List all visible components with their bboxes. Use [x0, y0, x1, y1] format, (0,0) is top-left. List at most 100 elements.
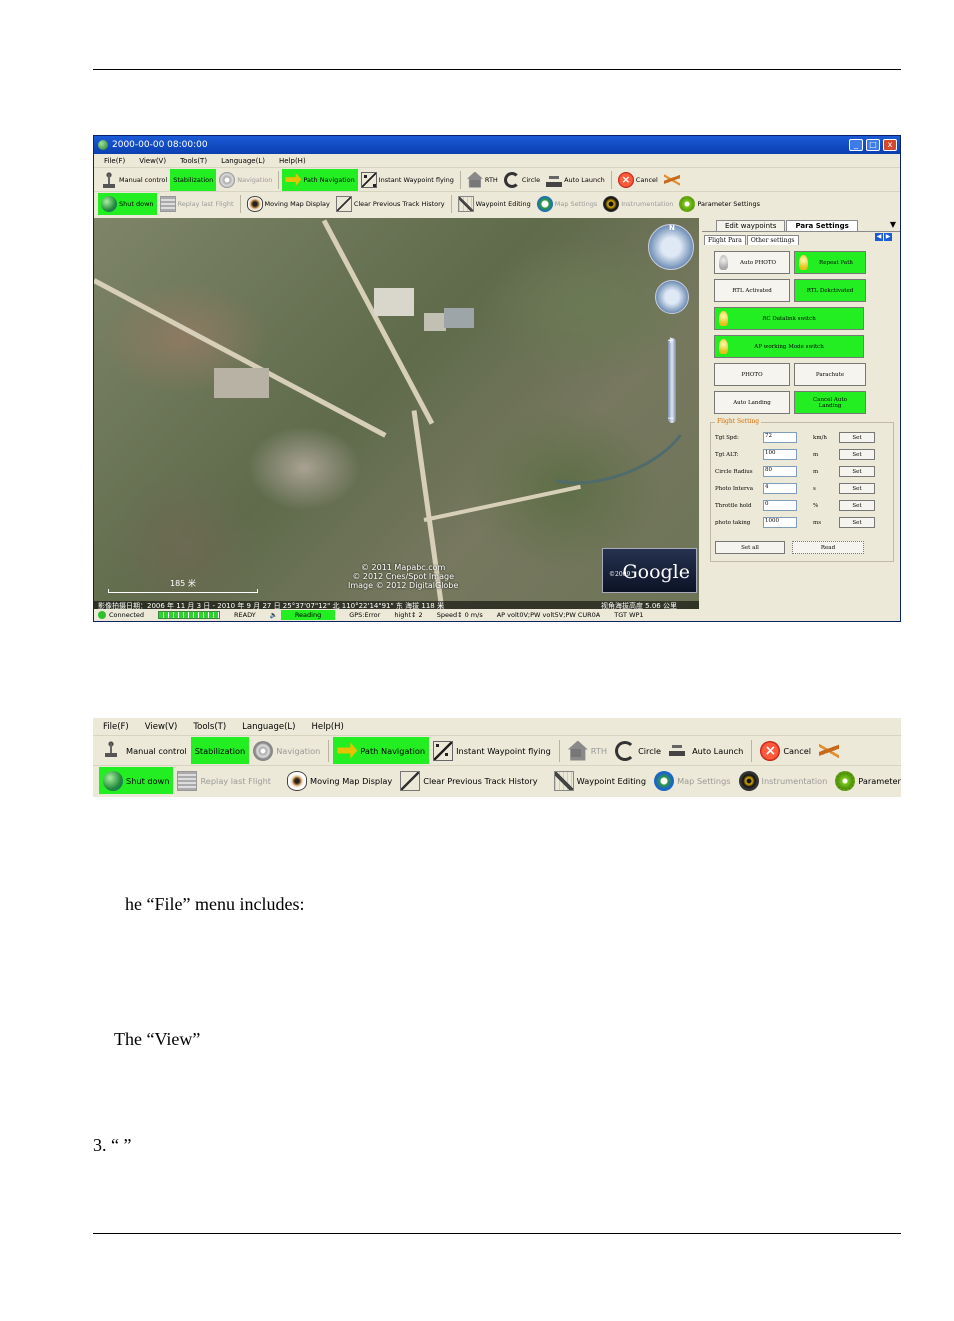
manual-control-button[interactable]: Manual control	[99, 737, 191, 764]
setting-row-tgt-alt: Tgt ALT: 100 m Set	[715, 448, 885, 461]
clear-track-button[interactable]: Clear Previous Track History	[333, 193, 448, 215]
set-photo-taking-button[interactable]: Set	[839, 517, 875, 528]
menu-help[interactable]: Help(H)	[311, 722, 343, 732]
map-move-control[interactable]	[655, 280, 689, 314]
cancel-button[interactable]: × Cancel	[615, 169, 661, 191]
instrumentation-button[interactable]: Instrumentation	[735, 767, 832, 794]
auto-photo-button[interactable]: Auto PHOTO	[714, 251, 790, 274]
plane-tool[interactable]	[661, 169, 685, 191]
instrument-icon	[738, 770, 759, 791]
repeat-path-button[interactable]: Repeat Path	[794, 251, 866, 274]
tgt-alt-input[interactable]: 100	[763, 449, 797, 460]
stabilization-button[interactable]: Stabilization	[170, 168, 217, 191]
tab-edit-waypoints[interactable]: Edit waypoints	[716, 220, 786, 231]
satellite-map[interactable]: N + − © 2011 Mapabc.com © 2012 Cnes/Spot…	[94, 218, 699, 611]
instant-waypoint-button[interactable]: Instant Waypoint flying	[429, 737, 555, 764]
rtl-deactivated-button[interactable]: RTL Dekctivated	[794, 279, 866, 302]
menu-help[interactable]: Help(H)	[279, 157, 306, 165]
map-settings-button[interactable]: Map Settings	[534, 193, 600, 215]
moving-map-button[interactable]: Moving Map Display	[283, 767, 396, 794]
bulb-on-icon	[799, 255, 808, 270]
parachute-button[interactable]: Parachute	[794, 363, 866, 386]
zoom-out-button[interactable]: −	[667, 414, 675, 424]
auto-landing-button[interactable]: Auto Landing	[714, 391, 790, 414]
circle-button[interactable]: Circle	[501, 169, 543, 191]
instrumentation-button[interactable]: Instrumentation	[600, 193, 676, 215]
set-circle-radius-button[interactable]: Set	[839, 466, 875, 477]
maximize-button[interactable]: □	[866, 139, 880, 151]
navigation-button[interactable]: Navigation	[249, 737, 324, 764]
minimize-button[interactable]: _	[849, 139, 863, 151]
instant-waypoint-button[interactable]: Instant Waypoint flying	[358, 169, 457, 191]
plane-tool[interactable]	[815, 737, 846, 764]
waypoint-icon	[360, 171, 377, 188]
menu-file[interactable]: File(F)	[104, 157, 125, 165]
set-tgt-spd-button[interactable]: Set	[839, 432, 875, 443]
photo-interval-input[interactable]: 4	[763, 483, 797, 494]
replay-button[interactable]: Replay last Flight	[173, 767, 275, 794]
clear-track-button[interactable]: Clear Previous Track History	[396, 767, 541, 794]
zoom-in-button[interactable]: +	[667, 336, 675, 346]
scroll-left-icon[interactable]: ◀	[875, 233, 883, 241]
menu-language[interactable]: Language(L)	[242, 722, 295, 732]
footer-rule	[93, 1233, 901, 1234]
path-navigation-button[interactable]: Path Navigation	[333, 737, 430, 764]
waypoint-editing-button[interactable]: Waypoint Editing	[550, 767, 650, 794]
subtab-flight-para[interactable]: Flight Para	[704, 235, 746, 245]
clear-track-icon	[400, 770, 421, 791]
set-tgt-alt-button[interactable]: Set	[839, 449, 875, 460]
set-throttle-hold-button[interactable]: Set	[839, 500, 875, 511]
tab-dropdown-icon[interactable]: ▼	[890, 220, 896, 229]
ap-working-mode-button[interactable]: AP working Mode switch	[714, 335, 864, 358]
circle-button[interactable]: Circle	[611, 737, 665, 764]
menu-tools[interactable]: Tools(T)	[193, 722, 226, 732]
scroll-right-icon[interactable]: ▶	[884, 233, 892, 241]
map-settings-button[interactable]: Map Settings	[650, 767, 734, 794]
throttle-hold-input[interactable]: 0	[763, 500, 797, 511]
auto-launch-button[interactable]: Auto Launch	[665, 737, 747, 764]
close-button[interactable]: x	[883, 139, 897, 151]
path-navigation-button[interactable]: Path Navigation	[282, 168, 358, 191]
menu-file[interactable]: File(F)	[103, 722, 129, 732]
manual-control-button[interactable]: Manual control	[98, 169, 170, 191]
set-all-button[interactable]: Set all	[715, 541, 785, 554]
navigation-button[interactable]: Navigation	[216, 169, 275, 191]
tgt-spd-input[interactable]: 72	[763, 432, 797, 443]
toolbar-row-2: Shut down Replay last Flight Moving Map …	[94, 191, 900, 215]
photo-button[interactable]: PHOTO	[714, 363, 790, 386]
cancel-auto-landing-button[interactable]: Cancel Auto Landing	[794, 391, 866, 414]
toolbar-closeup-row-1: Manual control Stabilization Navigation …	[93, 735, 901, 765]
auto-launch-button[interactable]: Auto Launch	[543, 169, 608, 191]
waypoint-edit-icon	[457, 195, 474, 212]
toolbar-closeup-row-2: Shut down Replay last Flight Moving Map …	[93, 765, 901, 795]
read-button[interactable]: Read	[792, 541, 864, 554]
rth-button[interactable]: RTH	[464, 169, 501, 191]
zoom-slider[interactable]	[668, 338, 676, 423]
rth-button[interactable]: RTH	[564, 737, 611, 764]
photo-taking-input[interactable]: 1000	[763, 517, 797, 528]
subtab-other-settings[interactable]: Other settings	[746, 235, 799, 245]
rtl-activated-button[interactable]: RTL Activated	[714, 279, 790, 302]
cancel-button[interactable]: × Cancel	[756, 737, 815, 764]
check-icon	[98, 611, 106, 619]
stabilization-button[interactable]: Stabilization	[190, 737, 250, 764]
status-bar: Connected READY 🔈 Reading GPS:Error hight…	[94, 609, 900, 621]
parameter-settings-button[interactable]: Parameter Settings	[676, 193, 763, 215]
parameter-settings-button[interactable]: Parameter Settings	[831, 767, 901, 794]
tab-para-settings[interactable]: Para Settings	[786, 220, 858, 231]
rc-datalink-switch-button[interactable]: RC Datalink switch	[714, 307, 864, 330]
menu-view[interactable]: View(V)	[139, 157, 166, 165]
moving-map-button[interactable]: Moving Map Display	[244, 193, 333, 215]
circle-radius-input[interactable]: 80	[763, 466, 797, 477]
menu-language[interactable]: Language(L)	[221, 157, 265, 165]
menu-bar: File(F) View(V) Tools(T) Language(L) Hel…	[94, 154, 900, 167]
eye-icon	[246, 195, 263, 212]
shut-down-button[interactable]: Shut down	[99, 767, 174, 794]
compass-icon	[219, 171, 236, 188]
waypoint-editing-button[interactable]: Waypoint Editing	[455, 193, 534, 215]
menu-view[interactable]: View(V)	[145, 722, 178, 732]
set-photo-interval-button[interactable]: Set	[839, 483, 875, 494]
replay-button[interactable]: Replay last Flight	[157, 193, 237, 215]
shut-down-button[interactable]: Shut down	[98, 192, 157, 215]
menu-tools[interactable]: Tools(T)	[180, 157, 207, 165]
